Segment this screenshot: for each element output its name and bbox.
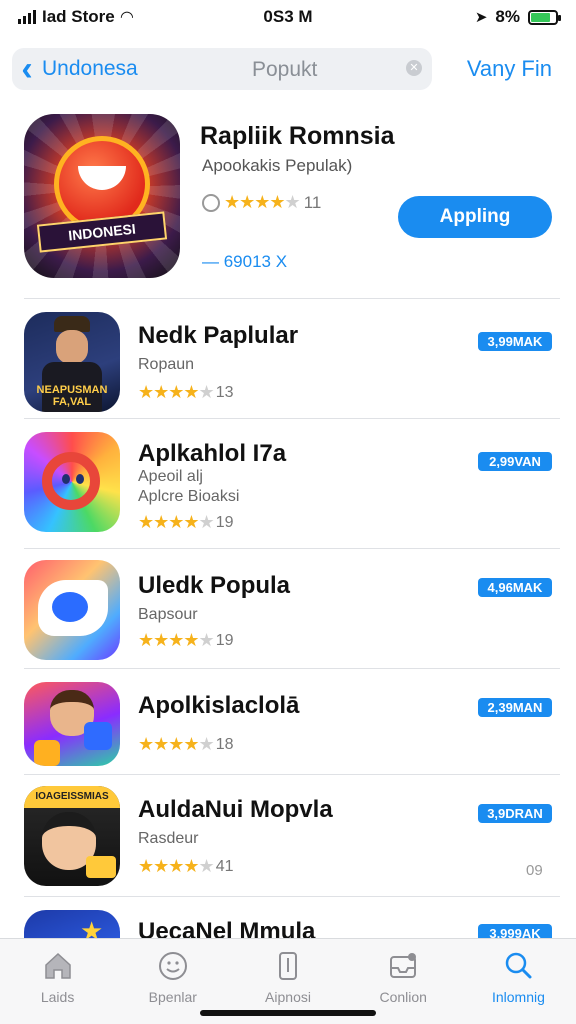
app-title[interactable]: Aplkahlol I7a bbox=[138, 440, 286, 468]
app-title[interactable]: Nedk Paplular bbox=[138, 322, 298, 350]
app-subtitle-secondary: Aplcre Bioaksi bbox=[138, 488, 240, 505]
app-rating: ★★★★★ 19 bbox=[138, 630, 233, 651]
app-title[interactable]: Apolkislaclolā bbox=[138, 692, 299, 720]
featured-app-title[interactable]: Rapliik Romnsia bbox=[200, 122, 395, 151]
inbox-icon bbox=[386, 949, 420, 983]
app-rating: ★★★★★ 19 bbox=[138, 512, 233, 533]
face-icon bbox=[156, 949, 190, 983]
download-status[interactable]: 09 bbox=[526, 862, 543, 879]
tab-search[interactable]: Inlomnig bbox=[461, 939, 576, 1024]
battery-icon bbox=[528, 9, 561, 25]
navigation-bar: ‹ Undonesa Popukt ✕ Vany Fin bbox=[0, 46, 576, 92]
rating-ring-icon bbox=[202, 193, 220, 212]
app-icon[interactable]: IOAGEISSMIAS bbox=[24, 786, 120, 886]
divider bbox=[24, 774, 560, 775]
app-rating: ★★★★★ 41 bbox=[138, 856, 233, 877]
rating-count: 13 bbox=[215, 383, 234, 401]
star-rating-icon: ★★★★★ bbox=[138, 734, 215, 754]
rating-count: 41 bbox=[215, 857, 234, 875]
price-button[interactable]: 2,39MAN bbox=[478, 698, 552, 717]
home-indicator bbox=[200, 1010, 376, 1016]
status-time: 0S3 M bbox=[263, 7, 313, 26]
get-button[interactable]: Appling bbox=[398, 196, 552, 238]
featured-app[interactable]: INDONESI Rapliik Romnsia Apookakis Pepul… bbox=[0, 112, 576, 298]
app-rating: ★★★★★ 13 bbox=[138, 382, 233, 403]
rating-count: 19 bbox=[215, 631, 234, 649]
status-bar: Iad Store ◠ 0S3 M ➤ 8% bbox=[0, 0, 576, 34]
tab-label: Aipnosi bbox=[265, 989, 311, 1005]
battery-percent: 8% bbox=[495, 7, 520, 26]
tab-label: Bpenlar bbox=[148, 989, 197, 1005]
divider bbox=[24, 418, 560, 419]
app-icon[interactable] bbox=[24, 560, 120, 660]
search-field[interactable]: ‹ Undonesa Popukt ✕ bbox=[12, 48, 432, 90]
featured-app-price: — 69013 X bbox=[202, 252, 288, 271]
divider bbox=[24, 548, 560, 549]
clear-search-icon[interactable]: ✕ bbox=[406, 60, 422, 76]
phone-icon bbox=[271, 949, 305, 983]
app-icon[interactable] bbox=[24, 682, 120, 766]
nav-right-button[interactable]: Vany Fin bbox=[467, 56, 552, 82]
app-icon[interactable]: ★ bbox=[24, 910, 120, 938]
app-icon-label: IOAGEISSMIAS bbox=[24, 786, 120, 808]
price-button[interactable]: 2,99VAN bbox=[478, 452, 552, 471]
app-subtitle: Bapsour bbox=[138, 606, 198, 623]
rating-count: 11 bbox=[303, 192, 322, 212]
signal-icon bbox=[18, 10, 36, 24]
wifi-icon: ◠ bbox=[120, 9, 134, 26]
back-label[interactable]: Undonesa bbox=[42, 57, 138, 81]
app-rating: ★★★★★ 18 bbox=[138, 734, 233, 755]
tab-home[interactable]: Laids bbox=[0, 939, 115, 1024]
app-title[interactable]: AuldaNui Mopvla bbox=[138, 796, 333, 824]
divider bbox=[24, 896, 560, 897]
app-icon[interactable]: NEAPUSMAN FA,VAL bbox=[24, 312, 120, 412]
search-icon bbox=[501, 949, 535, 983]
star-rating-icon: ★★★★★ bbox=[138, 856, 215, 876]
featured-app-rating: ★★★★★ 11 bbox=[202, 192, 321, 213]
featured-app-subtitle: Apookakis Pepulak) bbox=[202, 156, 353, 175]
back-chevron-icon[interactable]: ‹ bbox=[12, 48, 42, 90]
star-icon: ★ bbox=[80, 916, 104, 938]
price-button[interactable]: 3,99MAK bbox=[478, 332, 552, 351]
carrier-label: Iad Store bbox=[42, 7, 115, 26]
price-button[interactable]: 4,96MAK bbox=[478, 578, 552, 597]
featured-app-icon[interactable]: INDONESI bbox=[24, 114, 180, 278]
star-rating-icon: ★★★★★ bbox=[138, 630, 215, 650]
app-icon[interactable] bbox=[24, 432, 120, 532]
star-rating-icon: ★★★★★ bbox=[224, 192, 301, 212]
star-rating-icon: ★★★★★ bbox=[138, 382, 215, 402]
rating-count: 18 bbox=[215, 735, 234, 753]
tab-label: Inlomnig bbox=[491, 989, 545, 1005]
location-icon: ➤ bbox=[474, 9, 488, 26]
app-subtitle: Rasdeur bbox=[138, 830, 199, 847]
divider bbox=[24, 298, 560, 299]
app-subtitle: Apeoil alj bbox=[138, 468, 203, 485]
search-query[interactable]: Popukt bbox=[252, 58, 317, 82]
tab-label: Laids bbox=[40, 989, 75, 1005]
home-icon bbox=[41, 949, 75, 983]
price-button[interactable]: 3,9DRAN bbox=[478, 804, 552, 823]
app-icon-label: NEAPUSMAN FA,VAL bbox=[36, 384, 108, 408]
tab-label: Conlion bbox=[379, 989, 427, 1005]
app-title[interactable]: Uledk Popula bbox=[138, 572, 290, 600]
app-subtitle: Ropaun bbox=[138, 356, 195, 373]
rating-count: 19 bbox=[215, 513, 234, 531]
star-rating-icon: ★★★★★ bbox=[138, 512, 215, 532]
divider bbox=[24, 668, 560, 669]
